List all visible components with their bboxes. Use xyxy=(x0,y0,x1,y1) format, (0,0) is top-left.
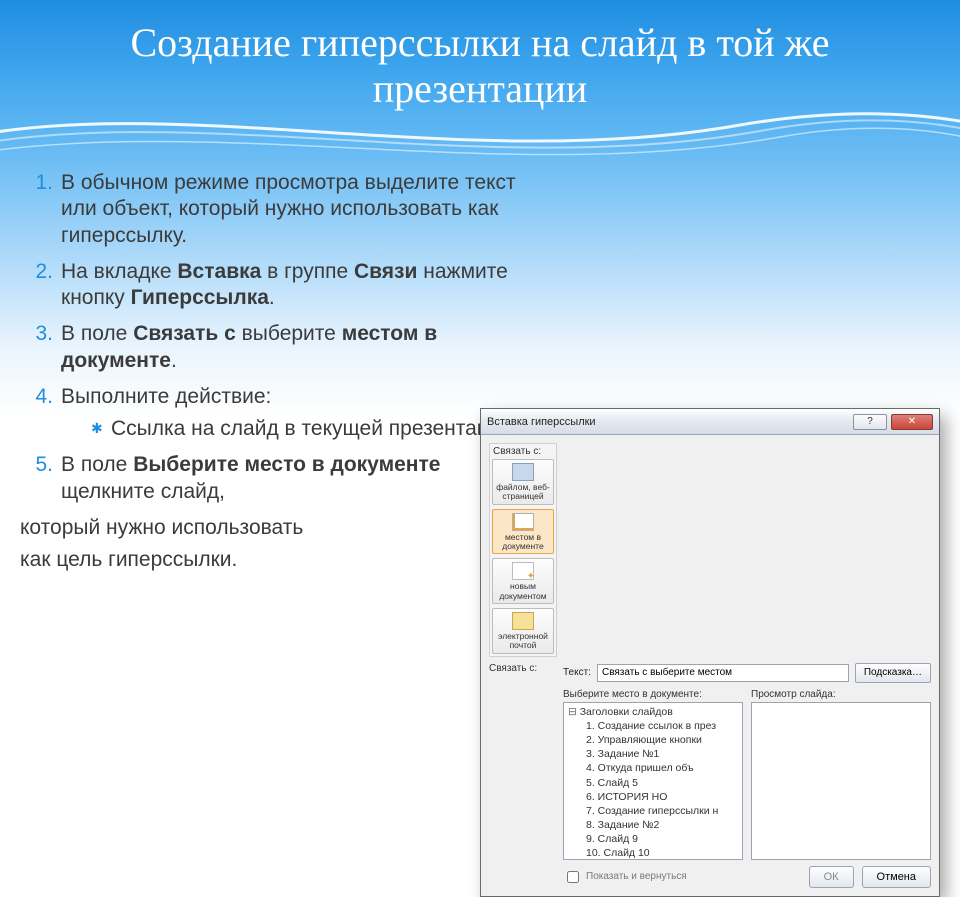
screen-tip-button[interactable]: Подсказка… xyxy=(855,663,931,683)
link-to-label-inner: Связать с: xyxy=(490,444,556,457)
step-4-sub: Ссылка на слайд в текущей презентации. xyxy=(91,416,540,442)
link-to-label: Связать с: xyxy=(489,663,557,886)
step-5: В поле Выберите место в документе щелкни… xyxy=(55,452,540,505)
tree-item[interactable]: 5. Слайд 5 xyxy=(568,776,738,790)
show-and-return-input[interactable] xyxy=(567,871,579,883)
insert-hyperlink-dialog: Вставка гиперссылки ? ✕ Связать с: Текст… xyxy=(480,408,940,897)
slide-title: Создание гиперссылки на слайд в той же п… xyxy=(0,0,960,112)
tree-item[interactable]: 1. Создание ссылок в през xyxy=(568,719,738,733)
slide-preview xyxy=(751,702,931,860)
cancel-button[interactable]: Отмена xyxy=(862,866,931,888)
tree-item[interactable]: 9. Слайд 9 xyxy=(568,832,738,846)
step-5-tail-2: как цель гиперссылки. xyxy=(20,547,540,573)
step-2: На вкладке Вставка в группе Связи нажмит… xyxy=(55,259,540,312)
preview-label: Просмотр слайда: xyxy=(751,689,931,700)
step-4: Выполните действие: Ссылка на слайд в те… xyxy=(55,384,540,443)
display-text-input[interactable] xyxy=(597,664,849,682)
close-button[interactable]: ✕ xyxy=(891,414,933,430)
tree-item[interactable]: 10. Слайд 10 xyxy=(568,846,738,859)
text-field-label: Текст: xyxy=(563,667,591,678)
dialog-title-text: Вставка гиперссылки xyxy=(487,416,849,428)
link-to-web-button[interactable]: файлом, веб-страницей xyxy=(492,459,554,505)
tree-item[interactable]: 7. Создание гиперссылки н xyxy=(568,804,738,818)
slide-tree[interactable]: Заголовки слайдов 1. Создание ссылок в п… xyxy=(563,702,743,860)
tree-item[interactable]: 6. ИСТОРИЯ НО xyxy=(568,790,738,804)
show-and-return-checkbox[interactable]: Показать и вернуться xyxy=(563,868,687,886)
ok-button[interactable]: ОК xyxy=(809,866,854,888)
select-place-label: Выберите место в документе: xyxy=(563,689,743,700)
link-to-new-doc-button[interactable]: новым документом xyxy=(492,558,554,604)
help-button[interactable]: ? xyxy=(853,414,887,430)
envelope-icon xyxy=(512,612,534,630)
dialog-titlebar[interactable]: Вставка гиперссылки ? ✕ xyxy=(481,409,939,435)
link-to-place-in-doc-button[interactable]: местом в документе xyxy=(492,509,554,555)
step-5-tail-1: который нужно использовать xyxy=(20,515,540,541)
tree-root[interactable]: Заголовки слайдов xyxy=(568,705,738,719)
new-doc-icon xyxy=(512,562,534,580)
tree-item[interactable]: 4. Откуда пришел объ xyxy=(568,761,738,775)
step-3: В поле Связать с выберите местом в докум… xyxy=(55,321,540,374)
bookmark-icon xyxy=(512,513,534,531)
tree-item[interactable]: 2. Управляющие кнопки xyxy=(568,733,738,747)
slide-body: В обычном режиме просмотра выделите текс… xyxy=(20,170,540,573)
link-to-email-button[interactable]: электронной почтой xyxy=(492,608,554,654)
slide: Создание гиперссылки на слайд в той же п… xyxy=(0,0,960,720)
globe-icon xyxy=(512,463,534,481)
step-1: В обычном режиме просмотра выделите текс… xyxy=(55,170,540,249)
tree-item[interactable]: 3. Задание №1 xyxy=(568,747,738,761)
tree-item[interactable]: 8. Задание №2 xyxy=(568,818,738,832)
